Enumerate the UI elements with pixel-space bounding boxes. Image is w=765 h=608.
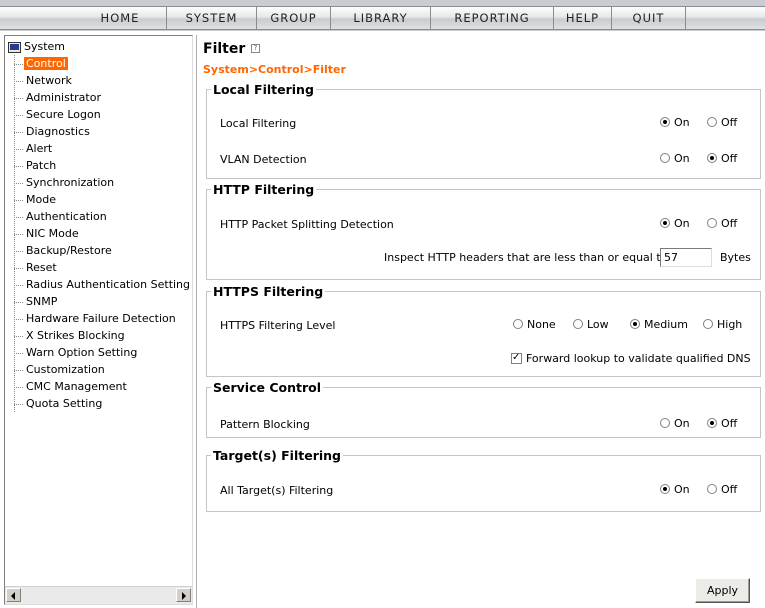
section-legend: Local Filtering <box>211 82 316 97</box>
vlan-detection-on-radio[interactable]: On <box>660 152 690 166</box>
page-title: Filter <box>203 41 246 57</box>
https-level-low-radio[interactable]: Low <box>573 318 609 332</box>
nav-quit[interactable]: QUIT <box>611 7 686 29</box>
sidebar-item-customization[interactable]: Customization <box>14 361 107 378</box>
https-filtering-section: HTTPS Filtering HTTPS Filtering Level No… <box>206 284 761 377</box>
help-icon[interactable]: ? <box>251 44 260 53</box>
sidebar-item-mode[interactable]: Mode <box>14 191 58 208</box>
vlan-detection-off-radio[interactable]: Off <box>707 152 737 166</box>
pattern-blocking-off-radio[interactable]: Off <box>707 417 737 431</box>
http-filtering-section: HTTP Filtering HTTP Packet Splitting Det… <box>206 182 761 280</box>
http-splitting-on-radio[interactable]: On <box>660 217 690 231</box>
service-control-section: Service Control Pattern Blocking On Off <box>206 380 761 438</box>
local-filtering-off-radio[interactable]: Off <box>707 116 737 130</box>
https-level-medium-radio[interactable]: Medium <box>630 318 688 332</box>
section-legend: HTTPS Filtering <box>211 284 326 299</box>
nav-home[interactable]: HOME <box>74 7 166 29</box>
sidebar-item-warn-option[interactable]: Warn Option Setting <box>14 344 139 361</box>
scroll-left-arrow-icon[interactable] <box>6 588 21 602</box>
http-splitting-off-radio[interactable]: Off <box>707 217 737 231</box>
https-level-label: HTTPS Filtering Level <box>220 319 336 332</box>
sidebar-item-administrator[interactable]: Administrator <box>14 89 103 106</box>
sidebar-item-reset[interactable]: Reset <box>14 259 59 276</box>
sidebar-item-authentication[interactable]: Authentication <box>14 208 109 225</box>
pattern-blocking-label: Pattern Blocking <box>220 418 310 431</box>
inspect-headers-label: Inspect HTTP headers that are less than … <box>384 251 668 264</box>
nav-menu: HOME SYSTEM GROUP LIBRARY REPORTING HELP… <box>0 6 765 30</box>
sidebar-item-hardware-failure[interactable]: Hardware Failure Detection <box>14 310 178 327</box>
top-nav-bar: HOME SYSTEM GROUP LIBRARY REPORTING HELP… <box>0 0 765 31</box>
sidebar-item-x-strikes[interactable]: X Strikes Blocking <box>14 327 127 344</box>
apply-button[interactable]: Apply <box>695 578 750 603</box>
scroll-right-arrow-icon[interactable] <box>176 588 191 602</box>
sidebar-item-snmp[interactable]: SNMP <box>14 293 59 310</box>
all-targets-on-radio[interactable]: On <box>660 483 690 497</box>
https-level-none-radio[interactable]: None <box>513 318 556 332</box>
breadcrumb: System>Control>Filter <box>203 63 346 76</box>
sidebar-item-patch[interactable]: Patch <box>14 157 58 174</box>
tree-root-label: System <box>24 40 66 53</box>
pattern-blocking-on-radio[interactable]: On <box>660 417 690 431</box>
local-filtering-section: Local Filtering Local Filtering On Off V… <box>206 82 761 179</box>
sidebar-item-synchronization[interactable]: Synchronization <box>14 174 116 191</box>
sidebar-item-nic-mode[interactable]: NIC Mode <box>14 225 81 242</box>
tree-root-system[interactable]: System <box>8 39 65 55</box>
section-legend: HTTP Filtering <box>211 182 317 197</box>
sidebar-item-network[interactable]: Network <box>14 72 74 89</box>
vlan-detection-label: VLAN Detection <box>220 153 307 166</box>
computer-icon <box>8 41 21 53</box>
sidebar-item-control[interactable]: Control <box>14 55 68 72</box>
all-targets-label: All Target(s) Filtering <box>220 484 334 497</box>
sidebar-item-alert[interactable]: Alert <box>14 140 54 157</box>
nav-system[interactable]: SYSTEM <box>166 7 256 29</box>
bytes-unit-label: Bytes <box>720 251 751 264</box>
local-filtering-on-radio[interactable]: On <box>660 116 690 130</box>
sidebar-item-backup-restore[interactable]: Backup/Restore <box>14 242 114 259</box>
section-legend: Service Control <box>211 380 323 395</box>
nav-group[interactable]: GROUP <box>256 7 330 29</box>
horizontal-scrollbar[interactable] <box>5 586 192 604</box>
sidebar-item-cmc-management[interactable]: CMC Management <box>14 378 129 395</box>
sidebar-item-radius-authentication[interactable]: Radius Authentication Setting <box>14 276 192 293</box>
nav-library[interactable]: LIBRARY <box>330 7 430 29</box>
sidebar-tree: System Control Network Administrator Sec… <box>4 35 193 605</box>
sidebar-item-secure-logon[interactable]: Secure Logon <box>14 106 103 123</box>
nav-help[interactable]: HELP <box>553 7 611 29</box>
main-content: Filter ? System>Control>Filter Local Fil… <box>196 35 765 608</box>
http-splitting-label: HTTP Packet Splitting Detection <box>220 218 394 231</box>
https-level-high-radio[interactable]: High <box>703 318 742 332</box>
sidebar-item-diagnostics[interactable]: Diagnostics <box>14 123 92 140</box>
forward-lookup-checkbox[interactable]: Forward lookup to validate qualified DNS <box>511 351 751 366</box>
section-legend: Target(s) Filtering <box>211 448 343 463</box>
sidebar-item-quota-setting[interactable]: Quota Setting <box>14 395 104 412</box>
header-bytes-input[interactable] <box>660 248 712 267</box>
all-targets-off-radio[interactable]: Off <box>707 483 737 497</box>
target-filtering-section: Target(s) Filtering All Target(s) Filter… <box>206 448 761 512</box>
local-filtering-label: Local Filtering <box>220 117 297 130</box>
nav-reporting[interactable]: REPORTING <box>430 7 553 29</box>
